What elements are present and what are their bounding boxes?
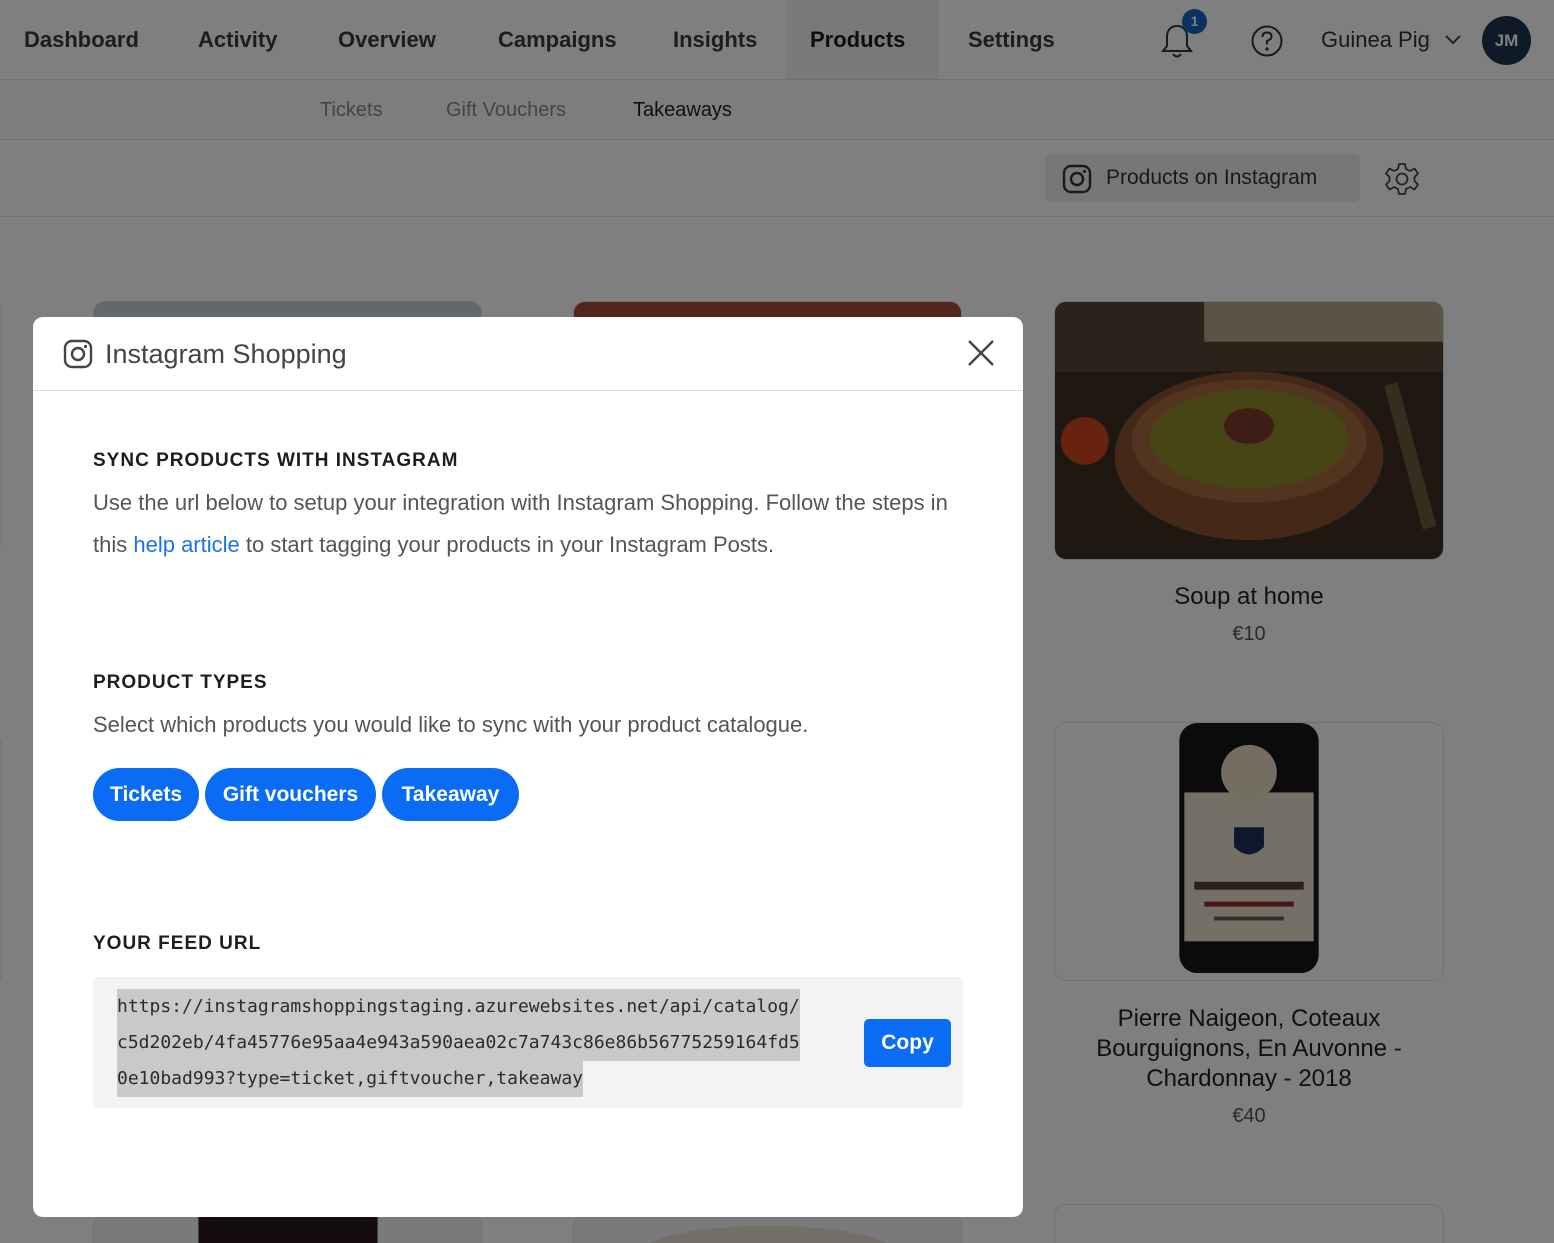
type-toggle-takeaway[interactable]: Takeaway [382, 768, 519, 821]
sync-text: to start tagging your products in your I… [239, 532, 775, 557]
close-icon[interactable] [965, 337, 997, 369]
instagram-icon [63, 339, 93, 369]
product-types-description: Select which products you would like to … [93, 712, 809, 737]
product-types-heading: PRODUCT TYPES [93, 672, 268, 693]
feed-url-box: https://instagramshoppingstaging.azurewe… [93, 977, 963, 1108]
instagram-shopping-modal: Instagram Shopping SYNC PRODUCTS WITH IN… [33, 317, 1023, 1217]
copy-button[interactable]: Copy [864, 1019, 951, 1067]
modal-title: Instagram Shopping [105, 339, 347, 369]
help-article-link[interactable]: help article [133, 532, 239, 557]
feed-url-heading: YOUR FEED URL [93, 933, 262, 954]
feed-url-text[interactable]: https://instagramshoppingstaging.azurewe… [117, 989, 800, 1025]
feed-url-text[interactable]: c5d202eb/4fa45776e95aa4e943a590aea02c7a7… [117, 1025, 800, 1061]
type-toggle-gift-vouchers[interactable]: Gift vouchers [205, 768, 376, 821]
modal-header: Instagram Shopping [33, 317, 1023, 391]
type-toggle-tickets[interactable]: Tickets [93, 768, 199, 821]
sync-heading: SYNC PRODUCTS WITH INSTAGRAM [93, 450, 459, 471]
feed-url-text[interactable]: 0e10bad993?type=ticket,giftvoucher,takea… [117, 1061, 583, 1097]
sync-description: Use the url below to setup your integrat… [93, 482, 953, 566]
